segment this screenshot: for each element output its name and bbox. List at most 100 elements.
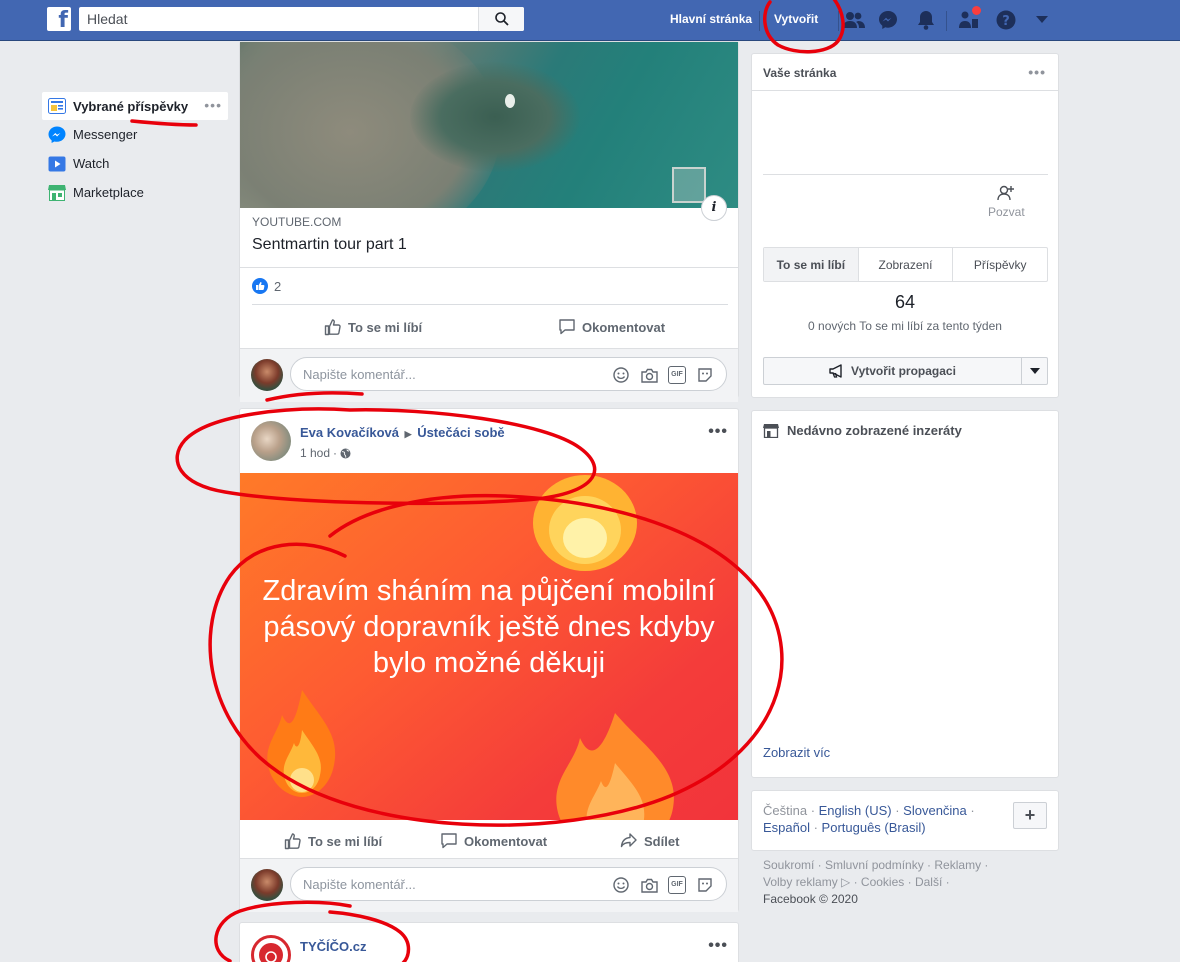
thumbs-up-icon — [284, 833, 301, 850]
flame-emoji-icon — [533, 475, 637, 571]
sticker-icon[interactable] — [696, 876, 714, 894]
group-requests-icon[interactable] — [957, 6, 981, 32]
notification-badge — [972, 6, 981, 15]
gif-icon[interactable]: GIF — [668, 876, 686, 894]
notifications-bell-icon[interactable] — [914, 8, 938, 32]
gif-icon[interactable]: GIF — [668, 366, 686, 384]
author-name-link[interactable]: Eva Kovačíková — [300, 425, 399, 440]
card-title: Vaše stránka — [763, 66, 837, 80]
flame-emoji-icon — [267, 690, 336, 797]
text-post-card: Eva Kovačíková ▶ Ústečáci sobě 1 hod · •… — [239, 408, 739, 912]
share-label: Sdílet — [644, 833, 680, 849]
tab-views[interactable]: Zobrazení — [857, 248, 953, 281]
account-menu-caret-icon[interactable] — [1030, 8, 1054, 32]
video-thumbnail[interactable] — [240, 42, 738, 208]
page-insights-tabs: To se mi líbí Zobrazení Příspěvky — [763, 247, 1048, 282]
caret-down-icon — [1029, 368, 1040, 374]
sidebar-item-label: Messenger — [73, 127, 138, 142]
copyright: Facebook © 2020 — [763, 892, 858, 906]
comment-label: Okomentovat — [582, 319, 666, 335]
like-label: To se mi líbí — [308, 833, 383, 849]
reaction-summary[interactable]: 2 — [252, 278, 281, 294]
comment-bubble-icon — [559, 319, 575, 335]
language-list: Čeština · English (US) · Slovenčina · Es… — [763, 803, 975, 835]
colored-text-background: Zdravím sháním na půjčení mobilní pásový… — [240, 473, 738, 820]
avatar[interactable] — [251, 869, 283, 901]
sidebar-item-news-feed[interactable]: Vybrané příspěvky ••• — [42, 92, 228, 120]
language-link[interactable]: Português (Brasil) — [822, 820, 926, 835]
footer-links[interactable]: Soukromí · Smluvní podmínky · Reklamy · — [763, 857, 1053, 874]
timestamp-text[interactable]: 1 hod — [300, 446, 330, 460]
post-options-button[interactable]: ••• — [708, 423, 728, 441]
avatar[interactable] — [251, 935, 291, 962]
like-reaction-icon — [252, 278, 268, 294]
camera-icon[interactable] — [640, 876, 658, 894]
card-title: Nedávno zobrazené inzeráty — [787, 423, 962, 438]
comment-button[interactable]: Okomentovat — [440, 832, 547, 850]
comment-input[interactable] — [291, 358, 591, 390]
author-name-link[interactable]: TYČÍČO.cz — [300, 939, 366, 954]
create-link[interactable]: Vytvořit — [774, 12, 818, 26]
divider — [240, 267, 738, 268]
search-button[interactable] — [478, 7, 524, 31]
add-person-icon — [997, 185, 1015, 201]
avatar[interactable] — [251, 359, 283, 391]
messenger-icon[interactable] — [876, 8, 900, 32]
tab-posts[interactable]: Příspěvky — [952, 248, 1047, 281]
divider — [752, 90, 1058, 91]
language-link[interactable]: English (US) — [819, 803, 892, 818]
sidebar-item-messenger[interactable]: Messenger — [42, 120, 228, 149]
language-link[interactable]: Español — [763, 820, 810, 835]
nav-divider — [838, 11, 839, 31]
your-page-card: Vaše stránka ••• Pozvat To se mi líbí Zo… — [751, 53, 1059, 398]
more-options-icon[interactable]: ••• — [1028, 64, 1046, 80]
avatar[interactable] — [251, 421, 291, 461]
storefront-icon — [763, 424, 779, 438]
comment-input[interactable] — [291, 868, 591, 900]
search-icon — [494, 12, 509, 26]
comment-button[interactable]: Okomentovat — [558, 318, 665, 336]
sidebar-item-marketplace[interactable]: Marketplace — [42, 178, 228, 207]
friend-requests-icon[interactable] — [842, 8, 866, 32]
messenger-icon — [46, 124, 67, 145]
marketplace-icon — [46, 182, 67, 203]
post-options-button[interactable]: ••• — [708, 937, 728, 955]
comment-input-box: GIF — [290, 357, 727, 391]
facebook-logo-icon[interactable]: f — [47, 7, 71, 31]
like-count: 2 — [274, 278, 282, 294]
sticker-icon[interactable] — [696, 366, 714, 384]
invite-button[interactable]: Pozvat — [988, 185, 1025, 219]
emoji-icon[interactable] — [612, 366, 630, 384]
home-link[interactable]: Hlavní stránka — [670, 12, 752, 26]
arrow-right-icon: ▶ — [404, 429, 412, 439]
sidebar-item-watch[interactable]: Watch — [42, 149, 228, 178]
wave-splash — [505, 94, 515, 108]
add-language-button[interactable]: + — [1013, 802, 1047, 829]
see-more-link[interactable]: Zobrazit víc — [763, 745, 830, 760]
flame-emoji-icon — [556, 713, 674, 820]
current-language: Čeština — [763, 803, 808, 818]
more-options-icon[interactable]: ••• — [204, 98, 222, 112]
promotion-dropdown[interactable] — [1021, 358, 1047, 384]
search-input[interactable] — [79, 7, 474, 31]
group-name-link[interactable]: Ústečáci sobě — [417, 425, 504, 440]
share-arrow-icon — [620, 833, 637, 848]
link-title[interactable]: Sentmartin tour part 1 — [252, 236, 407, 254]
info-button[interactable]: i — [701, 195, 727, 221]
tab-likes[interactable]: To se mi líbí — [764, 248, 858, 281]
help-icon[interactable]: ? — [994, 8, 1018, 32]
create-promotion-button[interactable]: Vytvořit propagaci — [764, 358, 1021, 384]
camera-icon[interactable] — [640, 366, 658, 384]
reef — [410, 62, 580, 172]
like-button[interactable]: To se mi líbí — [284, 832, 382, 850]
share-button[interactable]: Sdílet — [620, 832, 679, 850]
comment-input-box: GIF — [290, 867, 727, 901]
post-timestamp: 1 hod · — [300, 446, 351, 460]
like-button[interactable]: To se mi líbí — [324, 318, 422, 336]
nav-divider — [759, 11, 760, 31]
footer-links[interactable]: Volby reklamy ▷ · Cookies · Další · — [763, 874, 1053, 891]
language-link[interactable]: Slovenčina — [903, 803, 967, 818]
emoji-icon[interactable] — [612, 876, 630, 894]
search-box — [79, 7, 524, 31]
megaphone-icon — [829, 364, 842, 378]
